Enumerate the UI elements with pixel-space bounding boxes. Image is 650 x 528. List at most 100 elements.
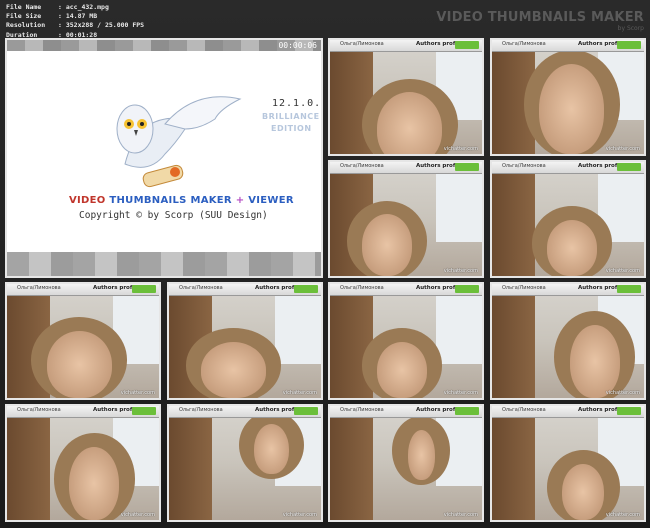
background-window xyxy=(436,173,482,242)
chat-toolbar: Ольга/Лимонова Authors profile xyxy=(330,162,482,174)
status-badge xyxy=(617,41,641,49)
version-text: 12.1.0.0 xyxy=(272,98,323,109)
status-badge xyxy=(294,285,318,293)
resolution-value: 352x288 / 25.000 FPS xyxy=(65,21,145,30)
status-badge xyxy=(455,407,479,415)
chat-toolbar: Ольга/Лимонова Authors profile xyxy=(492,406,644,418)
chat-username: Ольга/Лимонова xyxy=(340,163,384,169)
title-video: VIDEO xyxy=(69,195,106,206)
chat-username: Ольга/Лимонова xyxy=(502,163,546,169)
title-viewer: VIEWER xyxy=(248,195,294,206)
site-watermark: vichatter.com xyxy=(120,390,155,396)
background-furniture xyxy=(330,417,373,520)
app-title: VIDEO THUMBNAILS MAKER + VIEWER xyxy=(69,195,294,206)
video-thumbnail[interactable]: Ольга/Лимонова Authors profile vichatter.c… xyxy=(328,160,484,278)
subject-face xyxy=(46,330,112,398)
video-thumbnail[interactable]: Ольга/Лимонова Authors profile vichatter.c… xyxy=(490,282,646,400)
splash-thumbnail[interactable]: 00:00:06 12.1.0.0 BRILLIANCE EDITION VID… xyxy=(5,38,323,278)
video-thumbnail[interactable]: Ольга/Лимонова Authors profile vichatter.c… xyxy=(490,404,646,522)
status-badge xyxy=(294,407,318,415)
site-watermark: vichatter.com xyxy=(605,146,640,152)
edition-line2: EDITION xyxy=(271,124,312,133)
chat-username: Ольга/Лимонова xyxy=(502,407,546,413)
status-badge xyxy=(617,163,641,171)
subject-face xyxy=(254,424,290,475)
resolution-label: Resolution xyxy=(6,21,46,30)
chat-toolbar: Ольга/Лимонова Authors profile xyxy=(169,284,321,296)
status-badge xyxy=(132,407,156,415)
subject-face xyxy=(200,342,267,398)
video-thumbnail[interactable]: Ольга/Лимонова Authors profile vichatter.c… xyxy=(5,404,161,522)
site-watermark: vichatter.com xyxy=(605,512,640,518)
chat-toolbar: Ольга/Лимонова Authors profile xyxy=(7,406,159,418)
site-watermark: vichatter.com xyxy=(282,390,317,396)
background-furniture xyxy=(492,417,535,520)
chat-username: Ольга/Лимонова xyxy=(17,285,61,291)
subject-face xyxy=(69,447,120,520)
status-badge xyxy=(617,285,641,293)
subject-face xyxy=(569,325,620,398)
background-furniture xyxy=(492,173,535,276)
file-name-value: acc_432.mpg xyxy=(65,3,109,11)
file-info: File Name: acc_432.mpg File Size: 14.87 … xyxy=(6,3,145,39)
video-thumbnail[interactable]: Ольга/Лимонова Authors profile vichatter.c… xyxy=(167,404,323,522)
background-window xyxy=(436,295,482,364)
background-window xyxy=(275,295,321,364)
file-size-value: 14.87 MB xyxy=(65,12,98,21)
splash-timestamp: 00:00:06 xyxy=(278,41,317,50)
file-size-label: File Size xyxy=(6,12,42,21)
site-watermark: vichatter.com xyxy=(443,268,478,274)
chat-username: Ольга/Лимонова xyxy=(340,407,384,413)
chat-username: Ольга/Лимонова xyxy=(502,285,546,291)
chat-toolbar: Ольга/Лимонова Authors profile xyxy=(492,162,644,174)
video-thumbnail[interactable]: Ольга/Лимонова Authors profile vichatter.c… xyxy=(167,282,323,400)
brand-title: VIDEO THUMBNAILS MAKER xyxy=(436,10,644,25)
chat-toolbar: Ольга/Лимонова Authors profile xyxy=(492,284,644,296)
site-watermark: vichatter.com xyxy=(282,512,317,518)
video-thumbnail[interactable]: Ольга/Лимонова Authors profile vichatter.c… xyxy=(490,38,646,156)
status-badge xyxy=(455,163,479,171)
chat-username: Ольга/Лимонова xyxy=(502,41,546,47)
background-furniture xyxy=(492,295,535,398)
chat-toolbar: Ольга/Лимонова Authors profile xyxy=(330,284,482,296)
brand-logo: VIDEO THUMBNAILS MAKER by Scorp xyxy=(436,10,644,32)
subject-face xyxy=(539,63,605,154)
edition-line1: BRILLIANCE xyxy=(262,112,320,121)
site-watermark: vichatter.com xyxy=(605,390,640,396)
chat-username: Ольга/Лимонова xyxy=(340,41,384,47)
file-name-label: File Name xyxy=(6,3,42,11)
chat-username: Ольга/Лимонова xyxy=(340,285,384,291)
chat-toolbar: Ольга/Лимонова Authors profile xyxy=(7,284,159,296)
site-watermark: vichatter.com xyxy=(605,268,640,274)
subject-face xyxy=(377,92,443,154)
video-thumbnail[interactable]: Ольга/Лимонова Authors profile vichatter.c… xyxy=(328,282,484,400)
site-watermark: vichatter.com xyxy=(443,146,478,152)
status-badge xyxy=(455,285,479,293)
video-thumbnail[interactable]: Ольга/Лимонова Authors profile vichatter.c… xyxy=(328,404,484,522)
status-badge xyxy=(455,41,479,49)
chat-toolbar: Ольга/Лимонова Authors profile xyxy=(330,40,482,52)
title-thumbnails-maker: THUMBNAILS MAKER xyxy=(109,195,232,206)
site-watermark: vichatter.com xyxy=(443,512,478,518)
brand-subtitle: by Scorp xyxy=(617,25,644,32)
site-watermark: vichatter.com xyxy=(443,390,478,396)
background-furniture xyxy=(169,417,212,520)
title-plus: + xyxy=(235,195,245,206)
chat-toolbar: Ольга/Лимонова Authors profile xyxy=(492,40,644,52)
background-furniture xyxy=(7,417,50,520)
status-badge xyxy=(132,285,156,293)
video-thumbnail[interactable]: Ольга/Лимонова Authors profile vichatter.c… xyxy=(5,282,161,400)
video-thumbnail[interactable]: Ольга/Лимонова Authors profile vichatter.c… xyxy=(490,160,646,278)
subject-face xyxy=(377,342,428,398)
chat-username: Ольга/Лимонова xyxy=(179,407,223,413)
subject-face xyxy=(561,464,605,520)
splash-top-stripe xyxy=(7,40,321,51)
status-badge xyxy=(617,407,641,415)
subject-face xyxy=(361,214,413,276)
chat-username: Ольга/Лимонова xyxy=(17,407,61,413)
chat-toolbar: Ольга/Лимонова Authors profile xyxy=(330,406,482,418)
chat-username: Ольга/Лимонова xyxy=(179,285,223,291)
video-thumbnail[interactable]: Ольга/Лимонова Authors profile vichatter.c… xyxy=(328,38,484,156)
splash-bottom-stripe xyxy=(7,252,321,276)
copyright-text: Copyright © by Scorp (SUU Design) xyxy=(79,210,268,221)
